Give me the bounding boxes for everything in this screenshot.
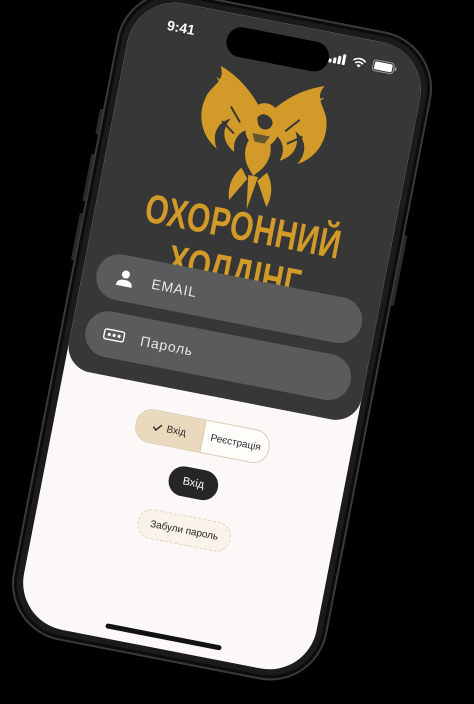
tab-register-label: Реєстрація <box>209 432 262 453</box>
wifi-icon <box>353 57 367 68</box>
tab-login[interactable]: Вхід <box>133 407 207 452</box>
phone-device: 9:41 ОХОРОННИЙ ХОЛДІНГ EMAIL Вхід Реєстр… <box>1 0 443 691</box>
battery-icon <box>371 59 397 75</box>
auth-mode-segmented-control: Вхід Реєстрація <box>132 406 273 466</box>
password-input[interactable] <box>136 331 322 385</box>
status-icons <box>328 50 398 75</box>
tab-login-label: Вхід <box>165 423 187 439</box>
forgot-password-button[interactable]: Забули пароль <box>135 506 234 555</box>
checkmark-icon <box>153 424 163 432</box>
phone-screen: 9:41 ОХОРОННИЙ ХОЛДІНГ EMAIL Вхід Реєстр… <box>14 0 430 678</box>
password-dots-icon <box>103 328 126 343</box>
tab-register[interactable]: Реєстрація <box>200 421 271 465</box>
login-button[interactable]: Вхід <box>165 463 221 503</box>
status-time: 9:41 <box>165 17 197 39</box>
user-icon <box>115 270 132 288</box>
signal-icon <box>328 53 347 65</box>
